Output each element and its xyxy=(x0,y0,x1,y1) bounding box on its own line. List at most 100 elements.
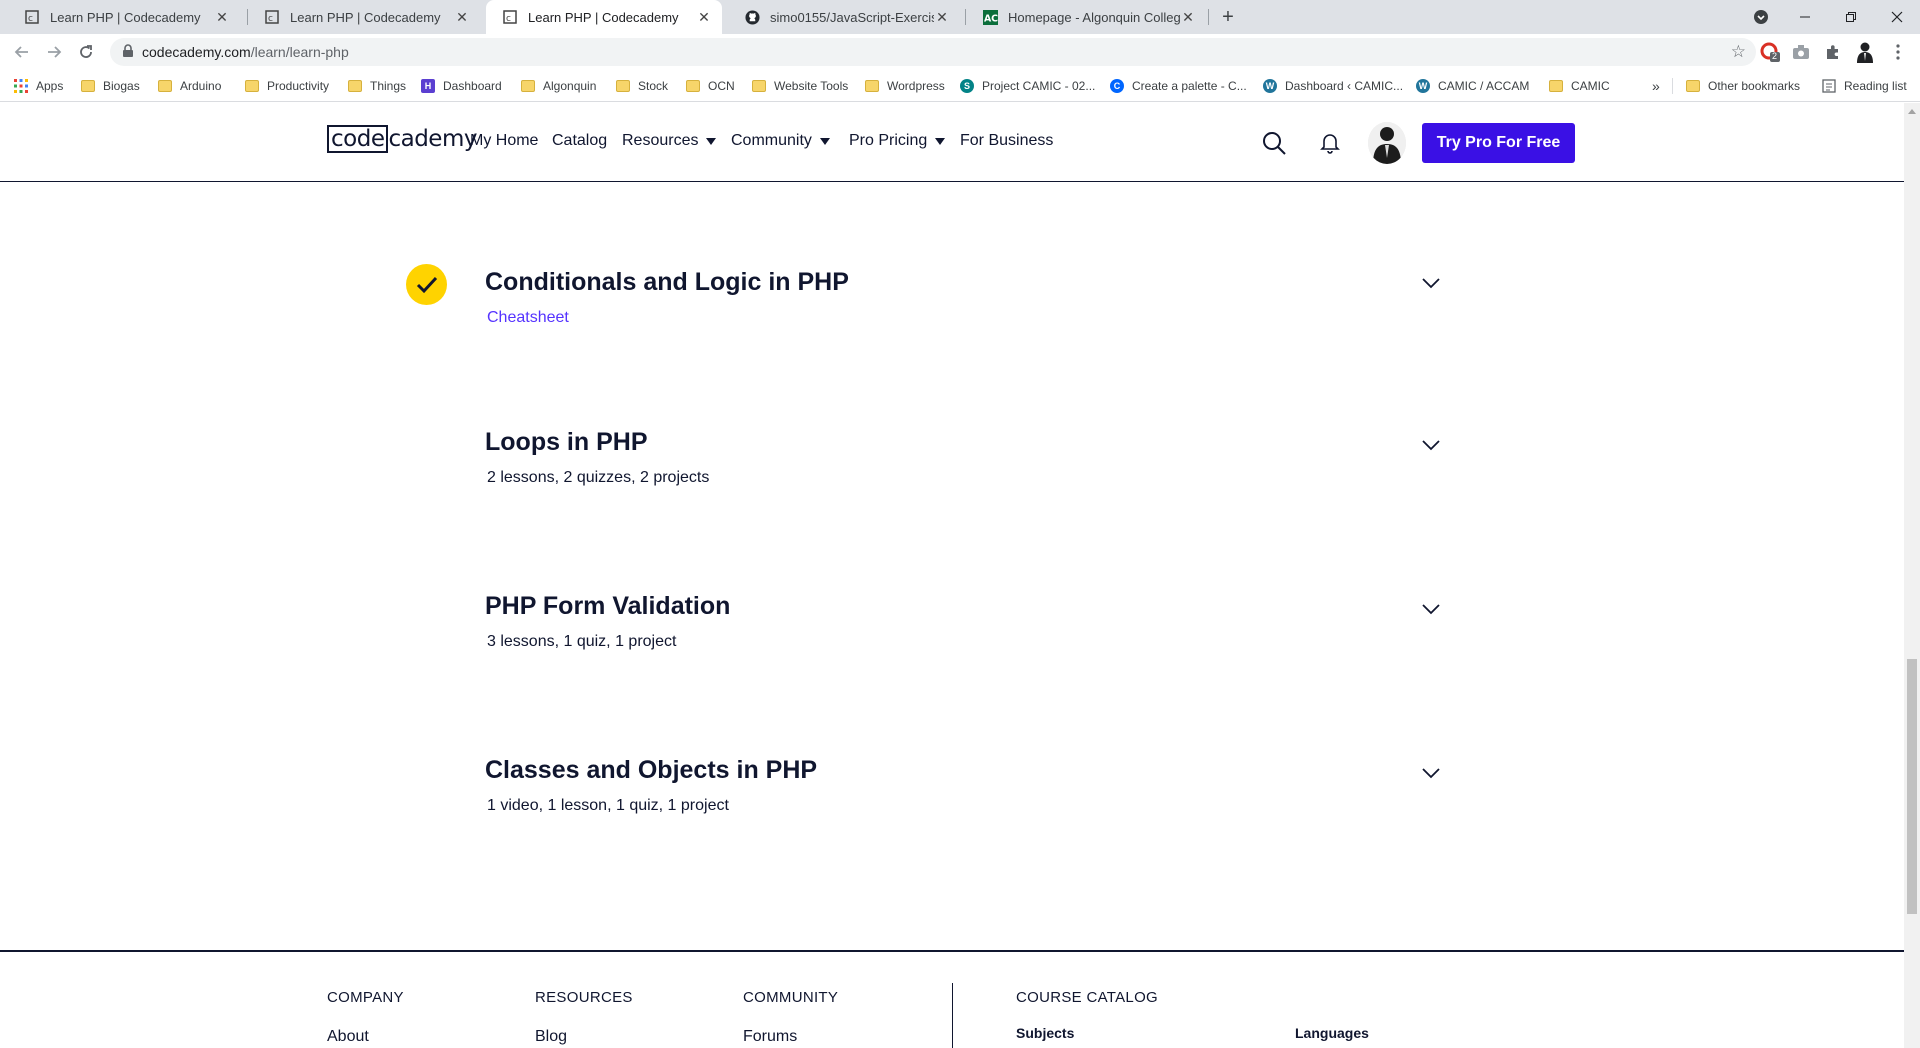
bookmark-wordpress[interactable]: W Dashboard ‹ CAMIC... xyxy=(1263,76,1403,96)
tab-search-icon[interactable] xyxy=(1738,0,1784,34)
browser-tab-active[interactable]: c Learn PHP | Codecademy ✕ xyxy=(486,0,722,34)
bookmark-folder[interactable]: Biogas xyxy=(81,76,140,96)
folder-icon xyxy=(81,80,95,92)
notification-bell-icon[interactable] xyxy=(1316,129,1344,157)
minimize-icon[interactable] xyxy=(1782,0,1828,34)
browser-tab[interactable]: c Learn PHP | Codecademy ✕ xyxy=(8,0,240,34)
bookmark-label: OCN xyxy=(708,79,735,93)
checkmark-icon xyxy=(406,264,447,305)
page-scrollbar[interactable] xyxy=(1904,103,1920,1048)
url-domain: codecademy.com xyxy=(142,44,251,60)
tab-close-icon[interactable]: ✕ xyxy=(214,9,230,26)
bookmarks-overflow-chevron[interactable]: » xyxy=(1652,76,1660,96)
algonquin-favicon-icon: AC xyxy=(982,9,998,25)
folder-icon xyxy=(616,80,630,92)
wordpress-icon: W xyxy=(1416,79,1430,93)
coolors-icon: C xyxy=(1110,79,1124,93)
url-path: /learn/learn-php xyxy=(250,44,349,60)
bookmark-dashboard[interactable]: H Dashboard xyxy=(421,76,502,96)
tab-close-icon[interactable]: ✕ xyxy=(696,9,712,26)
bookmark-folder[interactable]: Algonquin xyxy=(521,76,596,96)
folder-icon xyxy=(1686,80,1700,92)
footer-link-forums[interactable]: Forums xyxy=(743,1028,797,1046)
try-pro-button[interactable]: Try Pro For Free xyxy=(1422,123,1575,163)
tab-title: Learn PHP | Codecademy xyxy=(290,9,441,25)
bookmark-label: Dashboard xyxy=(443,79,502,93)
profile-avatar-icon[interactable] xyxy=(1855,42,1875,63)
footer-heading-community: COMMUNITY xyxy=(743,989,839,1006)
bookmark-star-icon[interactable]: ☆ xyxy=(1731,42,1746,62)
scroll-up-arrow-icon[interactable] xyxy=(1908,109,1916,114)
bookmark-coolors[interactable]: C Create a palette - C... xyxy=(1110,76,1247,96)
caret-down-icon xyxy=(935,137,946,145)
browser-tab[interactable]: c Learn PHP | Codecademy ✕ xyxy=(248,0,480,34)
module-title: PHP Form Validation xyxy=(485,592,731,620)
nav-resources[interactable]: Resources xyxy=(622,132,717,150)
cheatsheet-link[interactable]: Cheatsheet xyxy=(487,309,569,327)
bookmark-label: Reading list xyxy=(1844,79,1907,93)
chevron-down-icon[interactable] xyxy=(1421,438,1441,452)
url-text[interactable]: codecademy.com/learn/learn-php xyxy=(142,44,349,60)
bookmark-folder[interactable]: Stock xyxy=(616,76,668,96)
nav-for-business[interactable]: For Business xyxy=(960,132,1053,150)
nav-pro-pricing[interactable]: Pro Pricing xyxy=(849,132,946,150)
extension-badge-icon[interactable]: 2 xyxy=(1760,42,1780,62)
folder-icon xyxy=(158,80,172,92)
footer-link-blog[interactable]: Blog xyxy=(535,1028,567,1046)
svg-text:c: c xyxy=(28,14,33,24)
user-avatar[interactable] xyxy=(1368,122,1406,164)
nav-my-home[interactable]: My Home xyxy=(470,132,538,150)
browser-tab[interactable]: simo0155/JavaScript-Exercises: R ✕ xyxy=(728,0,960,34)
browser-tab[interactable]: AC Homepage - Algonquin College ✕ xyxy=(966,0,1206,34)
bookmark-folder[interactable]: OCN xyxy=(686,76,735,96)
chrome-menu-icon[interactable] xyxy=(1888,42,1908,62)
lock-icon[interactable] xyxy=(122,44,134,63)
module-title: Conditionals and Logic in PHP xyxy=(485,268,849,296)
nav-label: My Home xyxy=(470,132,539,149)
search-icon[interactable] xyxy=(1260,129,1288,157)
bookmark-folder[interactable]: Wordpress xyxy=(865,76,945,96)
reading-list[interactable]: Reading list xyxy=(1822,76,1907,96)
nav-label: Community xyxy=(731,132,812,149)
bookmark-wordpress[interactable]: W CAMIC / ACCAM xyxy=(1416,76,1529,96)
bookmark-label: CAMIC / ACCAM xyxy=(1438,79,1530,93)
folder-icon xyxy=(348,80,362,92)
omnibox[interactable]: codecademy.com/learn/learn-php ☆ xyxy=(110,38,1756,66)
module-title: Loops in PHP xyxy=(485,428,648,456)
bookmark-apps[interactable]: Apps xyxy=(14,76,63,96)
new-tab-plus-icon[interactable]: + xyxy=(1215,4,1241,30)
tab-title: Learn PHP | Codecademy xyxy=(528,9,679,25)
chevron-down-icon[interactable] xyxy=(1421,276,1441,290)
bookmark-folder[interactable]: Things xyxy=(348,76,406,96)
bookmark-label: Other bookmarks xyxy=(1708,79,1801,93)
svg-text:c: c xyxy=(268,14,273,24)
close-window-icon[interactable] xyxy=(1874,0,1920,34)
footer-link-about[interactable]: About xyxy=(327,1028,369,1046)
bookmark-folder[interactable]: Productivity xyxy=(245,76,329,96)
extensions-puzzle-icon[interactable] xyxy=(1823,42,1843,62)
chevron-down-icon[interactable] xyxy=(1421,766,1441,780)
bookmark-folder[interactable]: Arduino xyxy=(158,76,221,96)
chevron-down-icon[interactable] xyxy=(1421,602,1441,616)
nav-catalog[interactable]: Catalog xyxy=(552,132,607,150)
restore-icon[interactable] xyxy=(1828,0,1874,34)
bookmark-sharepoint[interactable]: S Project CAMIC - 02... xyxy=(960,76,1095,96)
nav-community[interactable]: Community xyxy=(731,132,830,150)
tab-close-icon[interactable]: ✕ xyxy=(454,9,470,26)
tab-close-icon[interactable]: ✕ xyxy=(1180,9,1196,26)
svg-text:c: c xyxy=(506,14,511,24)
camera-extension-icon[interactable] xyxy=(1791,42,1811,62)
bookmark-label: Project CAMIC - 02... xyxy=(982,79,1096,93)
bookmark-folder[interactable]: Website Tools xyxy=(752,76,848,96)
apps-grid-icon xyxy=(14,79,28,93)
codecademy-logo[interactable]: code cademy xyxy=(327,125,477,153)
bookmark-folder[interactable]: CAMIC xyxy=(1549,76,1610,96)
scrollbar-thumb[interactable] xyxy=(1907,659,1917,914)
other-bookmarks[interactable]: Other bookmarks xyxy=(1686,76,1800,96)
tab-title: simo0155/JavaScript-Exercises: R xyxy=(770,9,934,25)
forward-arrow-icon[interactable] xyxy=(42,40,66,64)
tab-close-icon[interactable]: ✕ xyxy=(934,9,950,26)
back-arrow-icon[interactable] xyxy=(10,40,34,64)
dashboard-icon: H xyxy=(421,79,435,93)
reload-icon[interactable] xyxy=(74,40,98,64)
